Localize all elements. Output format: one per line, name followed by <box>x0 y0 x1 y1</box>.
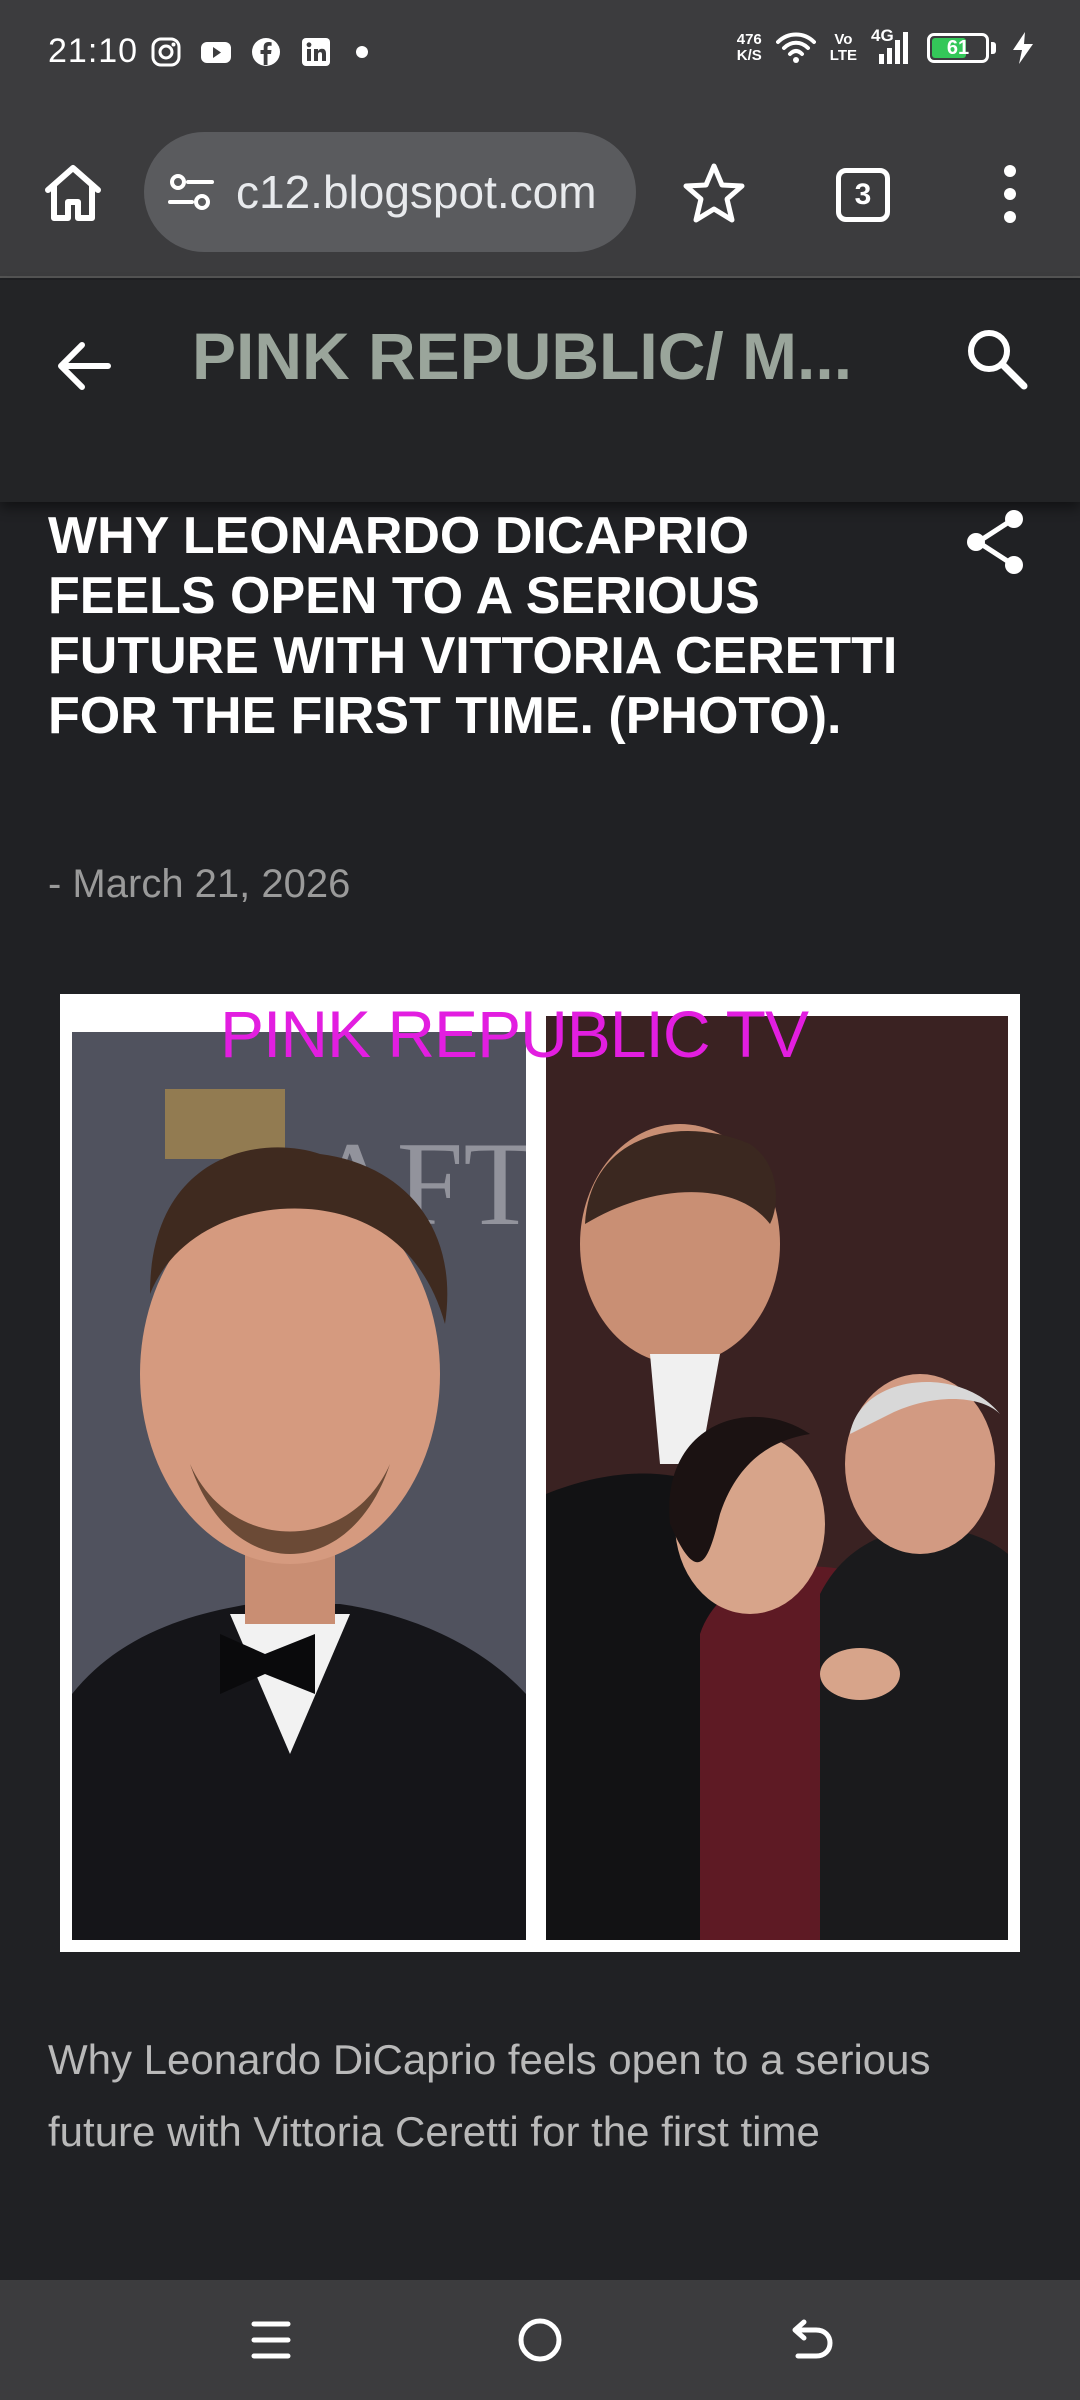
tab-switcher-button[interactable]: 3 <box>836 168 890 222</box>
photo-divider <box>526 1032 546 1940</box>
more-options-icon[interactable] <box>990 162 1030 226</box>
battery-indicator: 61 <box>927 33 989 63</box>
linkedin-icon <box>302 38 330 66</box>
charging-icon <box>1013 32 1033 64</box>
back-arrow-icon[interactable] <box>54 336 114 396</box>
share-icon[interactable] <box>964 508 1028 576</box>
home-icon[interactable] <box>40 160 106 226</box>
status-app-icons <box>150 36 368 68</box>
network-speed-unit: K/S <box>736 47 762 64</box>
post-date: - March 21, 2026 <box>48 862 351 906</box>
back-icon[interactable] <box>786 2316 834 2364</box>
blog-header: PINK REPUBLIC/ M... <box>0 280 1080 502</box>
post-title: WHY LEONARDO DICAPRIO FEELS OPEN TO A SE… <box>48 507 898 745</box>
status-indicators: 476 K/S Vo LTE 4G 61 <box>737 26 1036 66</box>
post-snippet: Why Leonardo DiCaprio feels open to a se… <box>48 2036 931 2155</box>
instagram-icon <box>151 37 181 67</box>
right-hands <box>820 1648 900 1700</box>
browser-toolbar: c12.blogspot.com 3 <box>0 110 1080 278</box>
bookmark-star-icon[interactable] <box>680 160 748 228</box>
network-speed-value: 476 <box>736 31 762 48</box>
status-bar: 21:10 476 K/S Vo LTE 4G 61 <box>0 0 1080 110</box>
volte-bottom-label: LTE <box>829 47 857 64</box>
signal-bars-icon <box>879 32 908 64</box>
address-bar[interactable]: c12.blogspot.com <box>144 132 636 252</box>
right-old-man-suit <box>820 1527 1008 1940</box>
facebook-icon <box>252 38 280 66</box>
image-watermark: PINK REPUBLIC TV <box>220 997 809 1071</box>
blog-title[interactable]: PINK REPUBLIC/ M... <box>192 318 892 394</box>
recent-apps-icon[interactable] <box>250 2318 292 2362</box>
volte-top-label: Vo <box>834 31 853 48</box>
battery-percent: 61 <box>946 36 970 59</box>
system-navigation-bar <box>0 2280 1080 2400</box>
network-speed: 476 K/S <box>737 32 762 64</box>
wifi-icon <box>775 32 816 63</box>
post-image[interactable]: AFT PINK REPUBLIC TV <box>60 994 1020 1952</box>
volte-indicator: Vo LTE <box>830 32 857 64</box>
signal-indicator: 4G <box>871 26 913 66</box>
search-icon[interactable] <box>962 324 1032 394</box>
youtube-icon <box>201 42 231 63</box>
battery-nub <box>991 42 996 54</box>
url-text[interactable]: c12.blogspot.com <box>236 165 597 219</box>
home-circle-icon[interactable] <box>516 2316 564 2364</box>
status-time: 21:10 <box>48 32 139 70</box>
notification-dot-icon <box>356 46 368 58</box>
post-photo-collage: AFT <box>72 1016 1008 1940</box>
site-settings-icon[interactable] <box>166 167 216 217</box>
